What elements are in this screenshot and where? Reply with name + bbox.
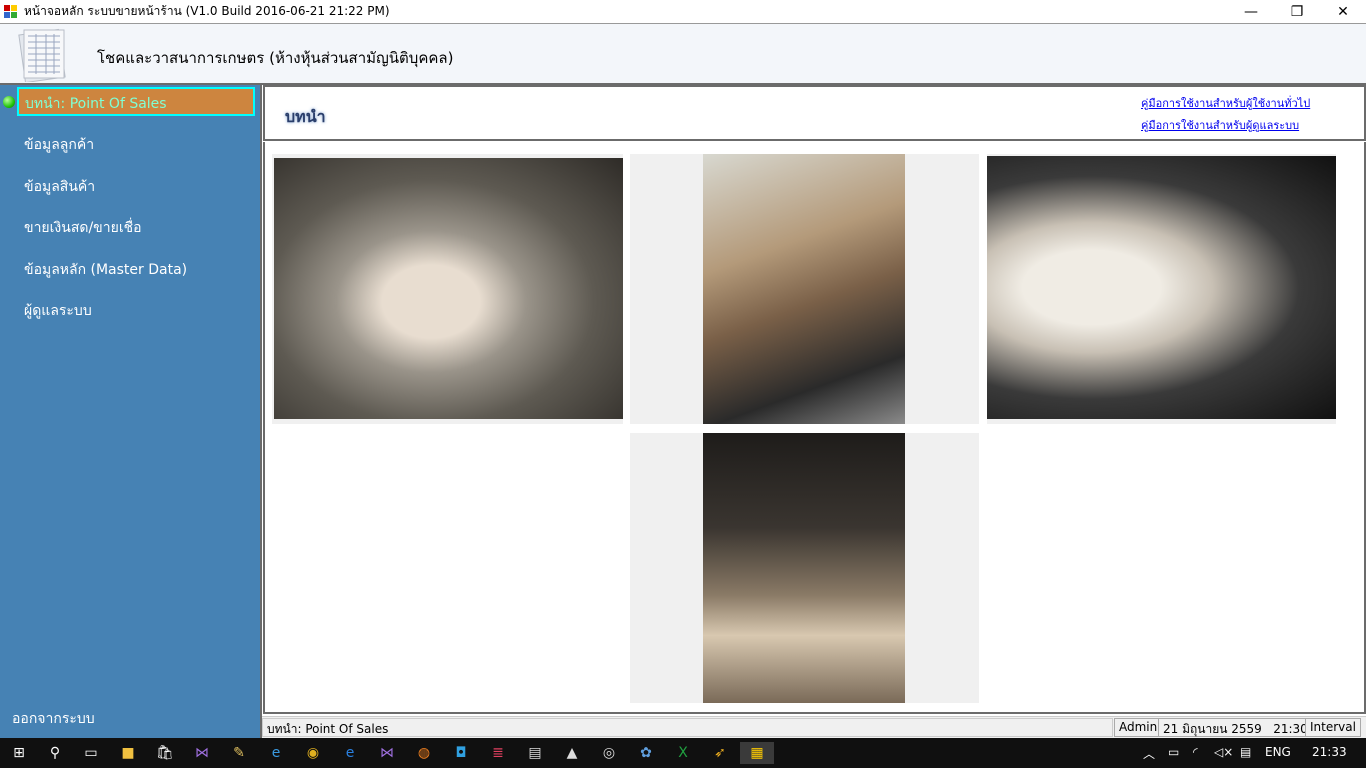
task-view-icon[interactable]: ▭ [80, 742, 102, 764]
taskbar: ⊞ ⚲ ▭ ■ 🛍 ⋈ ✎ e ◉ e ⋈ ◍ ◘ ≣ ▤ ▲ ◎ ✿ X ➶ … [0, 738, 1366, 768]
photo-dog-in-car [703, 154, 905, 424]
disc-icon[interactable]: ◎ [598, 742, 620, 764]
app-header: โชคและวาสนาการเกษตร (ห้างหุ้นส่วนสามัญนิ… [0, 23, 1366, 85]
active-indicator-icon [3, 96, 15, 108]
windows-start-icon[interactable]: ⊞ [8, 742, 30, 764]
photo-gallery [263, 142, 1366, 714]
logout-button[interactable]: ออกจากระบบ [12, 708, 95, 730]
photo-dog-and-cat [274, 158, 623, 419]
status-interval: Interval [1305, 718, 1361, 737]
notepad-icon[interactable]: ▤ [524, 742, 546, 764]
page-title: บทนำ [285, 107, 326, 126]
status-user: Admin [1114, 718, 1163, 737]
photo-frame [987, 154, 1336, 424]
clock[interactable]: 21:33 [1312, 745, 1347, 759]
excel-icon[interactable]: X [672, 742, 694, 764]
company-name: โชคและวาสนาการเกษตร (ห้างหุ้นส่วนสามัญนิ… [97, 49, 454, 67]
user-manual-link[interactable]: คู่มือการใช้งานสำหรับผู้ใช้งานทั่วไป [1141, 94, 1310, 112]
visual-studio-icon-2[interactable]: ⋈ [376, 742, 398, 764]
photo-dog-and-cat-floor [703, 433, 905, 703]
sidebar-item-master-data[interactable]: ข้อมูลหลัก (Master Data) [24, 259, 187, 281]
internet-explorer-icon[interactable]: e [265, 742, 287, 764]
tray-chevron-icon[interactable]: ︿ [1143, 745, 1155, 762]
photos-icon[interactable]: ▲ [561, 742, 583, 764]
sidebar-item-customers[interactable]: ข้อมูลลูกค้า [24, 134, 94, 156]
wifi-icon[interactable]: ◜ [1193, 745, 1198, 759]
volume-muted-icon[interactable]: ◁× [1214, 745, 1233, 759]
photo-dogs-in-car [987, 156, 1336, 419]
sidebar: บทนำ: Point Of Sales ข้อมูลลูกค้า ข้อมูล… [0, 85, 262, 738]
photo-frame [272, 154, 623, 424]
sidebar-item-intro[interactable]: บทนำ: Point Of Sales [17, 87, 255, 116]
photo-frame [630, 433, 979, 703]
app-icon-stack[interactable]: ≣ [487, 742, 509, 764]
status-bar: บทนำ: Point Of Sales Admin 21 มิถุนายน 2… [262, 716, 1366, 738]
sidebar-item-admin[interactable]: ผู้ดูแลระบบ [24, 300, 92, 322]
notifications-icon[interactable]: ▤ [1240, 745, 1251, 759]
sidebar-item-sales[interactable]: ขายเงินสด/ขายเชื่อ [24, 217, 142, 239]
firefox-icon[interactable]: ◍ [413, 742, 435, 764]
sidebar-item-products[interactable]: ข้อมูลสินค้า [24, 176, 95, 198]
search-icon[interactable]: ⚲ [44, 742, 66, 764]
store-icon[interactable]: 🛍 [154, 742, 176, 764]
paint-icon[interactable]: ✿ [635, 742, 657, 764]
battery-icon[interactable]: ▭ [1168, 745, 1179, 759]
spreadsheet-document-icon [18, 28, 66, 82]
status-page: บทนำ: Point Of Sales [262, 718, 1113, 737]
app-icon-bird[interactable]: ➶ [709, 742, 731, 764]
pos-app-taskbar-icon[interactable]: ▦ [740, 742, 774, 764]
close-button[interactable]: ✕ [1320, 0, 1366, 23]
teamviewer-icon[interactable]: ◘ [450, 742, 472, 764]
edge-icon[interactable]: e [339, 742, 361, 764]
window-title: หน้าจอหลัก ระบบขายหน้าร้าน (V1.0 Build 2… [24, 4, 390, 18]
admin-manual-link[interactable]: คู่มือการใช้งานสำหรับผู้ดูแลระบบ [1141, 116, 1299, 134]
page-header-panel: บทนำ คู่มือการใช้งานสำหรับผู้ใช้งานทั่วไ… [263, 85, 1366, 141]
title-bar: หน้าจอหลัก ระบบขายหน้าร้าน (V1.0 Build 2… [0, 0, 1366, 23]
photo-frame [630, 154, 979, 424]
minimize-button[interactable]: — [1228, 0, 1274, 23]
chrome-icon[interactable]: ◉ [302, 742, 324, 764]
app-icon [4, 4, 18, 19]
language-indicator[interactable]: ENG [1265, 745, 1291, 759]
file-explorer-icon[interactable]: ■ [117, 742, 139, 764]
visual-studio-icon[interactable]: ⋈ [191, 742, 213, 764]
restore-button[interactable]: ❐ [1274, 0, 1320, 23]
tool-icon[interactable]: ✎ [228, 742, 250, 764]
